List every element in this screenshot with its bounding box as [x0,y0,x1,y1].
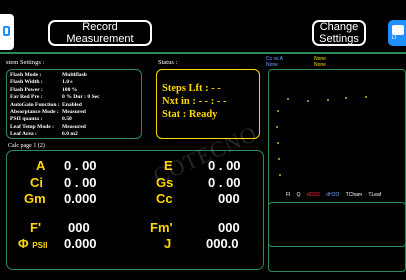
status-ready-text: Stat : Ready [162,109,218,120]
graph-point [276,126,278,128]
change-label-line1: Change [319,21,359,33]
top-toolbar: Record Measurement Change Settings LI [0,0,406,52]
calc-label-j: J [164,236,172,251]
secondary-graph-panel[interactable] [268,202,406,272]
graph-point [279,174,281,176]
change-label-line2: Settings [319,33,359,45]
calc-label-f: F' [30,220,42,235]
graph-panel[interactable]: Cc vs A None None None [266,56,406,247]
calc-value-a: 0 . 00 [64,158,97,173]
brand-logo-text: LI [392,35,397,41]
graph-point [287,98,289,100]
settings-row: Flash Width :1.0 s [10,79,73,86]
status-title: Status : [158,59,178,66]
legend-q: Q [296,192,301,198]
settings-row: PSII quanta :0.50 [10,116,72,123]
calc-label-ci: Ci [30,175,43,190]
record-label-line2: Measurement [66,33,134,45]
system-settings-list: Flash Mode : Multiflash Flash Width :1.0 … [10,72,100,139]
graph-x-label: Cc vs A None [266,56,283,68]
calc-label-fm: Fm' [150,220,173,235]
legend-tleaf: TLeaf [368,192,382,198]
graph-point [307,100,309,102]
brand-logo-icon: LI [388,20,406,46]
legend-tcham: TCham [345,192,363,198]
calc-label-phi: Φ PSII [18,236,48,251]
graph-point [277,110,279,112]
steps-left-text: Steps Lft : - - [162,83,221,94]
calc-page-title: Calc page 1 (2) [8,143,45,149]
graph-point [345,97,347,99]
legend-dh2o: dH2O [326,192,340,198]
header-divider [0,52,406,54]
settings-row: Leaf Temp Mode : Measured [10,123,86,130]
legend-dco2: dCO2 [306,192,320,198]
system-settings-title: stem Settings : [6,59,45,66]
graph-legend: Fl Q dCO2 dH2O TCham TLeaf [286,192,386,198]
graph-y-label: None None [314,56,326,68]
calc-label-cc: Cc [156,191,173,206]
graph-point [365,96,367,98]
calc-value-phi: 0.000 [64,236,97,251]
calc-value-ci: 0 . 00 [64,175,97,190]
calc-value-gs: 0 . 00 [208,175,241,190]
graph-point [277,142,279,144]
change-settings-button[interactable]: Change Settings [312,20,366,46]
legend-fl: Fl [286,192,291,198]
system-settings-panel: stem Settings : Flash Mode : Multiflash F… [2,57,152,141]
calc-label-gm: Gm [24,191,46,206]
app-logo-icon [0,14,14,50]
settings-row: Flash Mode : Multiflash [10,72,87,78]
calc-value-fm: 000 [218,220,240,235]
calc-value-j: 000.0 [206,236,239,251]
record-measurement-button[interactable]: Record Measurement [48,20,152,46]
calc-value-cc: 000 [218,191,240,206]
settings-row: Leaf Area :6.0 m2 [10,131,78,138]
calc-value-f: 000 [68,220,90,235]
settings-row: AutoGain Function : Enabled [10,101,82,108]
record-label-line1: Record [82,21,118,33]
calc-value-gm: 0.000 [64,191,97,206]
next-in-text: Nxt in : - - : - - [162,96,227,107]
calc-label-a: A [36,158,46,173]
settings-row: Absorptance Mode : Measured [10,109,86,116]
settings-row: Far Red Pre :0 % Dur : 0 Sec [10,94,100,101]
graph-point [278,158,280,160]
settings-row: Flash Power :100 % [10,86,78,93]
graph-point [327,99,329,101]
